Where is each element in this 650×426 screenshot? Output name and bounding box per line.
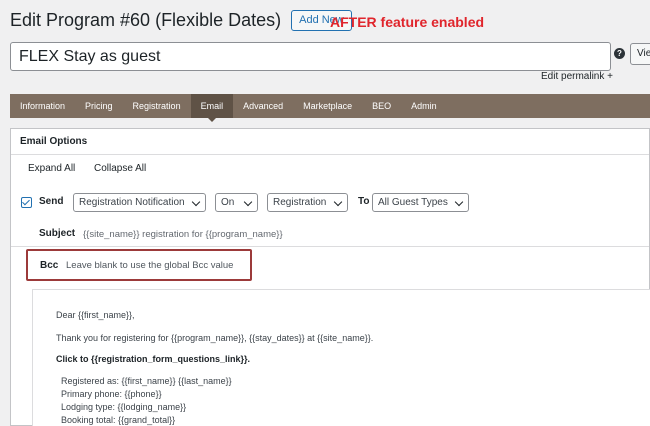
view-button[interactable]: Vie: [630, 43, 650, 65]
page-header: Edit Program #60 (Flexible Dates) Add Ne…: [10, 10, 352, 31]
chevron-down-icon: [191, 197, 201, 207]
subject-input[interactable]: {{site_name}} registration for {{program…: [83, 229, 283, 240]
send-label: Send: [39, 196, 64, 207]
program-tabs: Information Pricing Registration Email A…: [10, 94, 650, 122]
chevron-down-icon: [333, 197, 343, 207]
on-select-value: On: [221, 197, 235, 208]
panel-title: Email Options: [11, 129, 649, 155]
body-line: Registered as: {{first_name}} {{last_nam…: [61, 376, 232, 386]
send-checkbox[interactable]: [21, 197, 32, 208]
chevron-down-icon: [243, 197, 253, 207]
subject-label: Subject: [39, 228, 76, 239]
notification-select[interactable]: Registration Notification: [73, 193, 206, 212]
chevron-down-icon: [454, 197, 464, 207]
tab-admin[interactable]: Admin: [401, 94, 447, 118]
body-line: Lodging type: {{lodging_name}}: [61, 402, 187, 412]
collapse-all-link[interactable]: Collapse All: [94, 163, 146, 174]
tab-marketplace[interactable]: Marketplace: [293, 94, 362, 118]
email-options-panel: Email Options Expand All Collapse All Se…: [10, 128, 650, 426]
email-body-editor[interactable]: Dear {{first_name}}, Thank you for regis…: [32, 289, 650, 426]
tab-beo[interactable]: BEO: [362, 94, 401, 118]
program-title-input[interactable]: FLEX Stay as guest: [10, 42, 611, 71]
body-line: Thank you for registering for {{program_…: [56, 333, 374, 343]
guest-type-select[interactable]: All Guest Types: [372, 193, 469, 212]
tab-information[interactable]: Information: [10, 94, 75, 118]
tab-registration[interactable]: Registration: [123, 94, 191, 118]
tab-advanced[interactable]: Advanced: [233, 94, 293, 118]
bcc-label: Bcc: [40, 260, 59, 271]
trigger-select[interactable]: Registration: [267, 193, 348, 212]
body-line-link: Click to {{registration_form_questions_l…: [56, 354, 251, 364]
edit-permalink-link[interactable]: Edit permalink +: [541, 71, 613, 82]
tab-pricing[interactable]: Pricing: [75, 94, 123, 118]
bcc-input[interactable]: Leave blank to use the global Bcc value: [66, 260, 233, 271]
body-line: Primary phone: {{phone}}: [61, 389, 162, 399]
expand-all-link[interactable]: Expand All: [28, 163, 75, 174]
guest-type-select-value: All Guest Types: [378, 197, 448, 208]
body-line: Booking total: {{grand_total}}: [61, 415, 176, 425]
trigger-select-value: Registration: [273, 197, 327, 208]
on-select[interactable]: On: [215, 193, 258, 212]
help-icon[interactable]: ?: [614, 48, 625, 59]
annotation-label: AFTER feature enabled: [330, 14, 485, 30]
tab-email[interactable]: Email: [190, 94, 234, 122]
bcc-highlight-box: Bcc Leave blank to use the global Bcc va…: [26, 249, 252, 281]
page-title: Edit Program #60 (Flexible Dates): [10, 10, 282, 30]
to-label: To: [358, 196, 370, 207]
body-line: Dear {{first_name}},: [56, 310, 135, 320]
divider: [11, 246, 649, 247]
notification-select-value: Registration Notification: [79, 197, 185, 208]
